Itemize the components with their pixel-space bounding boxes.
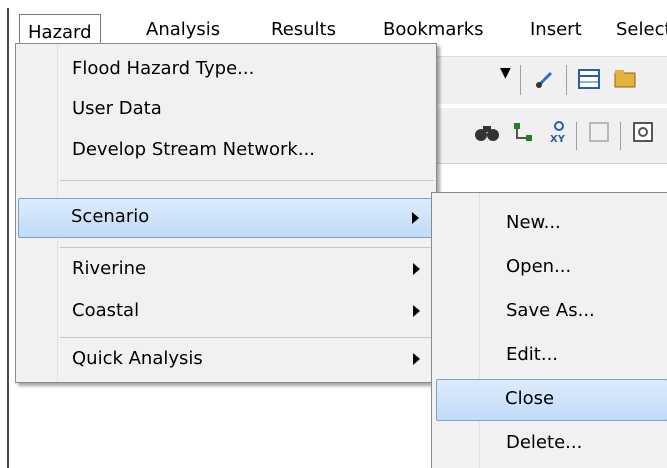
menu-item-label: Flood Hazard Type... — [72, 58, 255, 79]
zoom-icon[interactable] — [630, 120, 656, 146]
menu-item-scenario[interactable]: Scenario — [18, 198, 434, 238]
menu-item-label: Quick Analysis — [72, 348, 203, 369]
menu-item-close[interactable]: Close — [436, 379, 667, 421]
scenario-submenu: New... Open... Save As... Edit... Close … — [431, 192, 667, 468]
menu-item-open[interactable]: Open... — [436, 247, 667, 289]
menu-item-delete[interactable]: Delete... — [436, 423, 667, 465]
menu-item-label: Riverine — [72, 258, 147, 279]
toolbar-standard: ▼ — [436, 56, 667, 104]
submenu-arrow-icon — [412, 212, 419, 224]
menu-separator — [60, 247, 434, 248]
menu-item-label: Develop Stream Network... — [72, 139, 315, 160]
pen-icon[interactable] — [532, 67, 558, 93]
menu-separator — [60, 337, 434, 338]
app-window: Hazard Analysis Results Bookmarks Insert… — [0, 0, 667, 468]
menu-item-label: Scenario — [71, 206, 150, 227]
blank-icon[interactable] — [586, 120, 612, 146]
menu-item-save-as[interactable]: Save As... — [436, 291, 667, 333]
menu-selection[interactable]: Selecti — [616, 8, 667, 52]
submenu-arrow-icon — [413, 353, 420, 365]
menu-item-label: Open... — [506, 256, 572, 277]
menu-item-label: Coastal — [72, 300, 140, 321]
menu-insert[interactable]: Insert — [530, 8, 582, 52]
menu-item-riverine[interactable]: Riverine — [18, 250, 434, 290]
menu-item-label: Edit... — [506, 344, 559, 365]
menu-item-label: User Data — [72, 98, 162, 119]
table-icon[interactable] — [576, 67, 602, 93]
menu-item-label: New... — [506, 212, 561, 233]
menu-item-user-data[interactable]: User Data — [18, 90, 434, 130]
menu-item-label: Delete... — [506, 432, 583, 453]
svg-text:XY: XY — [550, 134, 566, 144]
hazard-menu: Flood Hazard Type... User Data Develop S… — [15, 43, 437, 383]
menu-item-label: Save As... — [506, 300, 595, 321]
xy-icon[interactable]: XY — [546, 120, 572, 146]
menu-item-flood-hazard-type[interactable]: Flood Hazard Type... — [18, 50, 434, 90]
menu-separator — [60, 180, 434, 181]
menu-item-new[interactable]: New... — [436, 203, 667, 245]
submenu-arrow-icon — [413, 305, 420, 317]
network-icon[interactable] — [510, 120, 536, 146]
menu-item-label: Close — [505, 388, 555, 409]
folder-icon[interactable] — [612, 67, 638, 93]
dropdown-arrow-icon[interactable]: ▼ — [500, 65, 511, 81]
menu-item-quick-analysis[interactable]: Quick Analysis — [18, 340, 434, 380]
toolbar-tools: XY — [436, 108, 667, 164]
binoculars-icon[interactable] — [474, 120, 500, 146]
submenu-arrow-icon — [413, 263, 420, 275]
menu-item-edit[interactable]: Edit... — [436, 335, 667, 377]
menu-item-coastal[interactable]: Coastal — [18, 292, 434, 332]
window-edge — [7, 8, 9, 468]
menu-item-develop-stream-network[interactable]: Develop Stream Network... — [18, 131, 434, 171]
